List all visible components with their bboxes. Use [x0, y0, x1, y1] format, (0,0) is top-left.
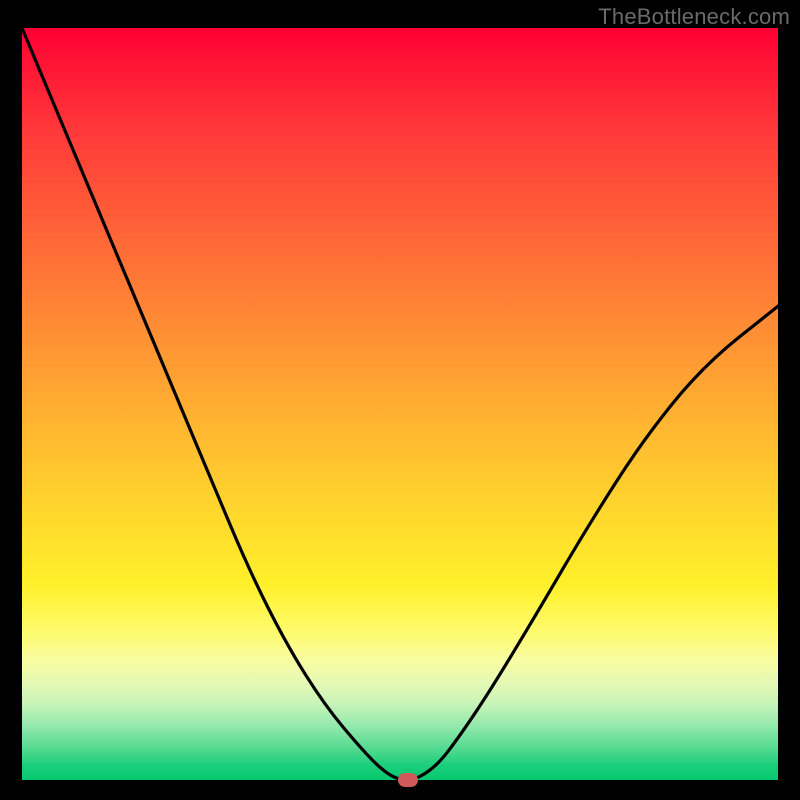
chart-frame: TheBottleneck.com	[0, 0, 800, 800]
plot-area	[22, 28, 778, 780]
bottleneck-curve-path	[22, 28, 778, 780]
curve-svg	[22, 28, 778, 780]
watermark-text: TheBottleneck.com	[598, 4, 790, 30]
optimal-point-marker	[398, 773, 418, 787]
